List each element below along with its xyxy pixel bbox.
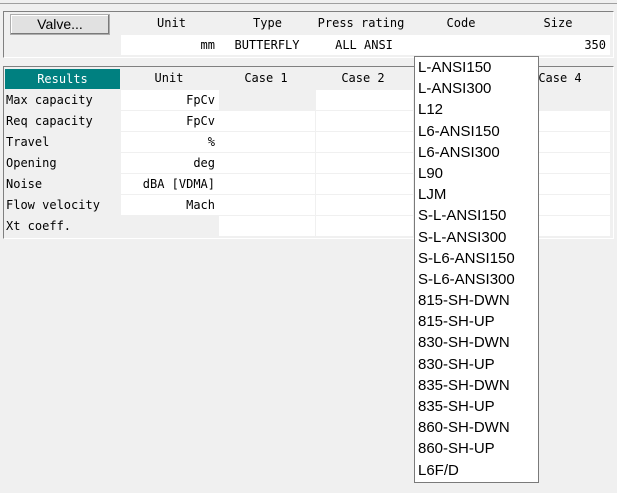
result-label-xt-coeff: Xt coeff.: [6, 219, 72, 233]
case1-cell[interactable]: [219, 132, 315, 152]
result-label-flow-velocity: Flow velocity: [6, 198, 100, 212]
code-option[interactable]: 830-SH-DWN: [415, 332, 538, 353]
result-label-travel: Travel: [6, 135, 50, 149]
case1-cell[interactable]: [219, 174, 315, 194]
code-option[interactable]: LJM: [415, 184, 538, 205]
case4-cell[interactable]: [539, 132, 610, 152]
valve-size-value[interactable]: 350: [510, 35, 610, 55]
results-header-unit: Unit: [154, 71, 184, 85]
results-header-button[interactable]: Results: [5, 69, 120, 89]
result-unit-flow-velocity: Mach: [121, 195, 219, 215]
code-option[interactable]: 835-SH-UP: [415, 396, 538, 417]
valve-header-unit: Unit: [157, 16, 186, 30]
result-unit-max-capacity: FpCv: [121, 90, 219, 110]
code-option[interactable]: L6F/D: [415, 460, 538, 481]
case2-cell[interactable]: [316, 216, 413, 236]
valve-header-code: Code: [446, 16, 476, 30]
case2-cell[interactable]: [316, 195, 413, 215]
valve-header-press-rating: Press rating: [317, 16, 405, 30]
result-label-opening: Opening: [6, 156, 57, 170]
top-divider: [0, 0, 617, 4]
result-unit-opening: deg: [121, 153, 219, 173]
result-unit-noise: dBA [VDMA]: [121, 174, 219, 194]
valve-button[interactable]: Valve...: [10, 14, 110, 35]
code-option[interactable]: S-L6-ANSI150: [415, 248, 538, 269]
case4-cell[interactable]: [539, 216, 610, 236]
case2-cell[interactable]: [316, 174, 413, 194]
code-option[interactable]: L6-ANSI150: [415, 121, 538, 142]
result-label-noise: Noise: [6, 177, 43, 191]
valve-press-rating-value[interactable]: ALL ANSI: [315, 35, 413, 55]
case4-cell[interactable]: [539, 174, 610, 194]
case4-cell[interactable]: [539, 111, 610, 131]
result-unit-req-capacity: FpCv: [121, 111, 219, 131]
case2-cell[interactable]: [316, 153, 413, 173]
valve-header-type: Type: [253, 16, 282, 30]
code-option[interactable]: 815-SH-UP: [415, 311, 538, 332]
code-option[interactable]: 835-SH-DWN: [415, 375, 538, 396]
case2-cell[interactable]: [316, 132, 413, 152]
results-header-case-2: Case 2: [341, 71, 385, 85]
valve-header-size: Size: [543, 16, 573, 30]
case2-cell[interactable]: [316, 111, 413, 131]
code-option[interactable]: 860-SH-DWN: [415, 417, 538, 438]
code-dropdown-list[interactable]: L-ANSI150 L-ANSI300 L12 L6-ANSI150 L6-ANSI30…: [414, 56, 539, 483]
code-option[interactable]: S-L6-ANSI300: [415, 269, 538, 290]
case1-cell[interactable]: [219, 216, 315, 236]
results-header-case-1: Case 1: [244, 71, 288, 85]
code-option[interactable]: L6-ANSI300: [415, 142, 538, 163]
code-option[interactable]: L-ANSI300: [415, 78, 538, 99]
case4-cell[interactable]: [539, 153, 610, 173]
code-option[interactable]: L12: [415, 99, 538, 120]
code-option[interactable]: 860-SH-UP: [415, 438, 538, 459]
code-option[interactable]: S-L-ANSI150: [415, 205, 538, 226]
code-option[interactable]: 815-SH-DWN: [415, 290, 538, 311]
code-option[interactable]: L90: [415, 163, 538, 184]
case1-cell[interactable]: [219, 195, 315, 215]
case2-cell[interactable]: [316, 90, 413, 110]
result-label-req-capacity: Req capacity: [6, 114, 93, 128]
result-label-max-capacity: Max capacity: [6, 93, 93, 107]
valve-code-value[interactable]: [413, 35, 510, 55]
valve-type-value[interactable]: BUTTERFLY: [219, 35, 315, 55]
case1-cell[interactable]: [219, 111, 315, 131]
code-option[interactable]: S-L-ANSI300: [415, 227, 538, 248]
case4-cell[interactable]: [539, 195, 610, 215]
code-option[interactable]: 830-SH-UP: [415, 354, 538, 375]
result-unit-travel: %: [121, 132, 219, 152]
case1-cell[interactable]: [219, 153, 315, 173]
valve-unit-value[interactable]: mm: [121, 35, 219, 55]
code-option[interactable]: L-ANSI150: [415, 57, 538, 78]
